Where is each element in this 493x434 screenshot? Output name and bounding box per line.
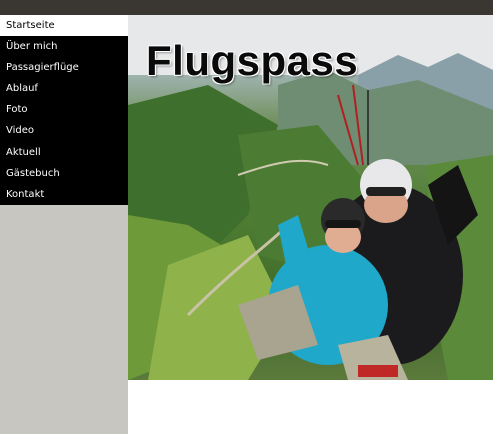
nav-item-foto[interactable]: Foto xyxy=(0,99,128,120)
top-bar xyxy=(0,0,493,15)
hero-image: Flugspass xyxy=(128,15,493,380)
nav-item-kontakt[interactable]: Kontakt xyxy=(0,184,128,205)
main-navigation: Startseite Über mich Passagierflüge Abla… xyxy=(0,15,128,205)
nav-item-passagierfluege[interactable]: Passagierflüge xyxy=(0,57,128,78)
nav-item-startseite[interactable]: Startseite xyxy=(0,15,128,37)
nav-item-aktuell[interactable]: Aktuell xyxy=(0,142,128,163)
nav-item-video[interactable]: Video xyxy=(0,120,128,141)
content-area xyxy=(128,380,493,434)
nav-item-ablauf[interactable]: Ablauf xyxy=(0,78,128,99)
hero-title: Flugspass xyxy=(146,37,359,84)
nav-item-gaestebuch[interactable]: Gästebuch xyxy=(0,163,128,184)
sidebar: Startseite Über mich Passagierflüge Abla… xyxy=(0,15,128,434)
nav-item-ueber-mich[interactable]: Über mich xyxy=(0,36,128,57)
